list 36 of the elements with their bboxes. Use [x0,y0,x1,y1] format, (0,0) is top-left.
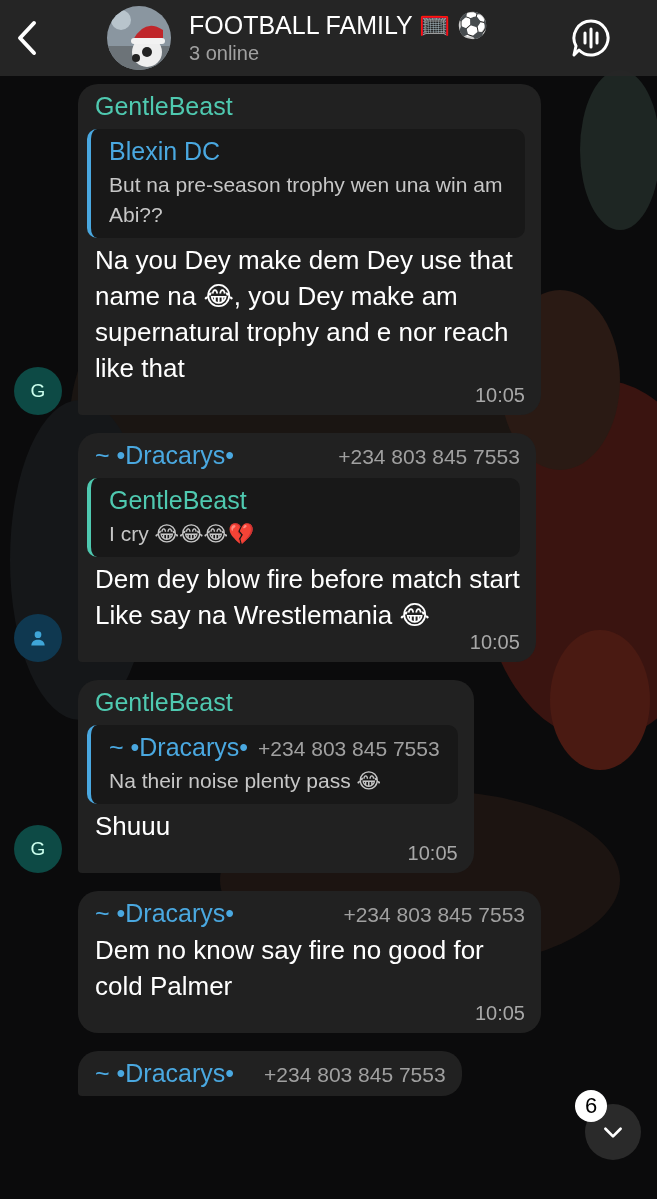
message-bubble[interactable]: ~ •Dracarys• +234 803 845 7553 Dem no know say fire no good for cold Palmer 10:05 [78,891,541,1033]
message-time: 10:05 [407,842,458,865]
quoted-text: I cry 😂😂😂💔 [109,521,256,547]
sender-name: GentleBeast [95,688,233,717]
message-bubble[interactable]: ~ •Dracarys• +234 803 845 7553 GentleBeast I cry 😂😂😂💔 Dem dey blow fire before match start Like say na Wrestlemania 😂 10:05 [78,433,536,662]
person-icon [28,628,48,648]
message-time: 10:05 [474,1002,525,1025]
quoted-sender: Blexin DC [109,137,221,166]
quoted-sender: ~ •Dracarys• [109,733,249,762]
message-text: Dem no know say fire no good for cold Palmer [95,934,485,1003]
quoted-text: But na pre-season trophy wen una win am Abi?? [109,172,504,228]
sender-name: ~ •Dracarys• [95,899,235,928]
phone-number: +234 803 845 7553 [338,445,520,469]
phone-number: +234 803 845 7553 [264,1063,446,1087]
online-status: 3 online [189,42,261,65]
message-bubble[interactable]: ~ •Dracarys• +234 803 845 7553 [78,1051,462,1096]
back-icon[interactable] [17,20,37,56]
quoted-message[interactable]: ~ •Dracarys• +234 803 845 7553 Na their noise plenty pass 😂 [87,725,458,804]
quoted-sender: GentleBeast [109,486,247,515]
message-time: 10:05 [474,384,525,407]
message-bubble[interactable]: GentleBeast ~ •Dracarys• +234 803 845 7553 Na their noise plenty pass 😂 Shuuu 10:05 [78,680,474,873]
quoted-text: Na their noise plenty pass 😂 [109,768,382,794]
message-text: Dem dey blow fire before match start Like say na Wrestlemania 😂 [95,563,520,632]
quoted-message[interactable]: GentleBeast I cry 😂😂😂💔 [87,478,520,557]
message-bubble[interactable]: GentleBeast Blexin DC But na pre-season trophy wen una win am Abi?? Na you Dey make dem Dey use that name na 😂, you Dey make am supernatural trophy and e nor reach like that 10:05 [78,84,541,415]
sender-name: GentleBeast [95,92,233,121]
quoted-message[interactable]: Blexin DC But na pre-season trophy wen una win am Abi?? [87,129,525,238]
sender-name: ~ •Dracarys• [95,1059,235,1088]
message-text: Na you Dey make dem Dey use that name na 😂, you Dey make am supernatural trophy and e nor reach like that [95,244,514,385]
phone-number: +234 803 845 7553 [258,737,440,761]
voice-chat-icon[interactable] [571,18,611,58]
sender-name: ~ •Dracarys• [95,441,235,470]
message-text: Shuuu [95,810,172,843]
message-time: 10:05 [469,631,520,654]
group-title: FOOTBALL FAMILY 🥅 ⚽ [189,11,490,40]
phone-number: +234 803 845 7553 [343,903,525,927]
